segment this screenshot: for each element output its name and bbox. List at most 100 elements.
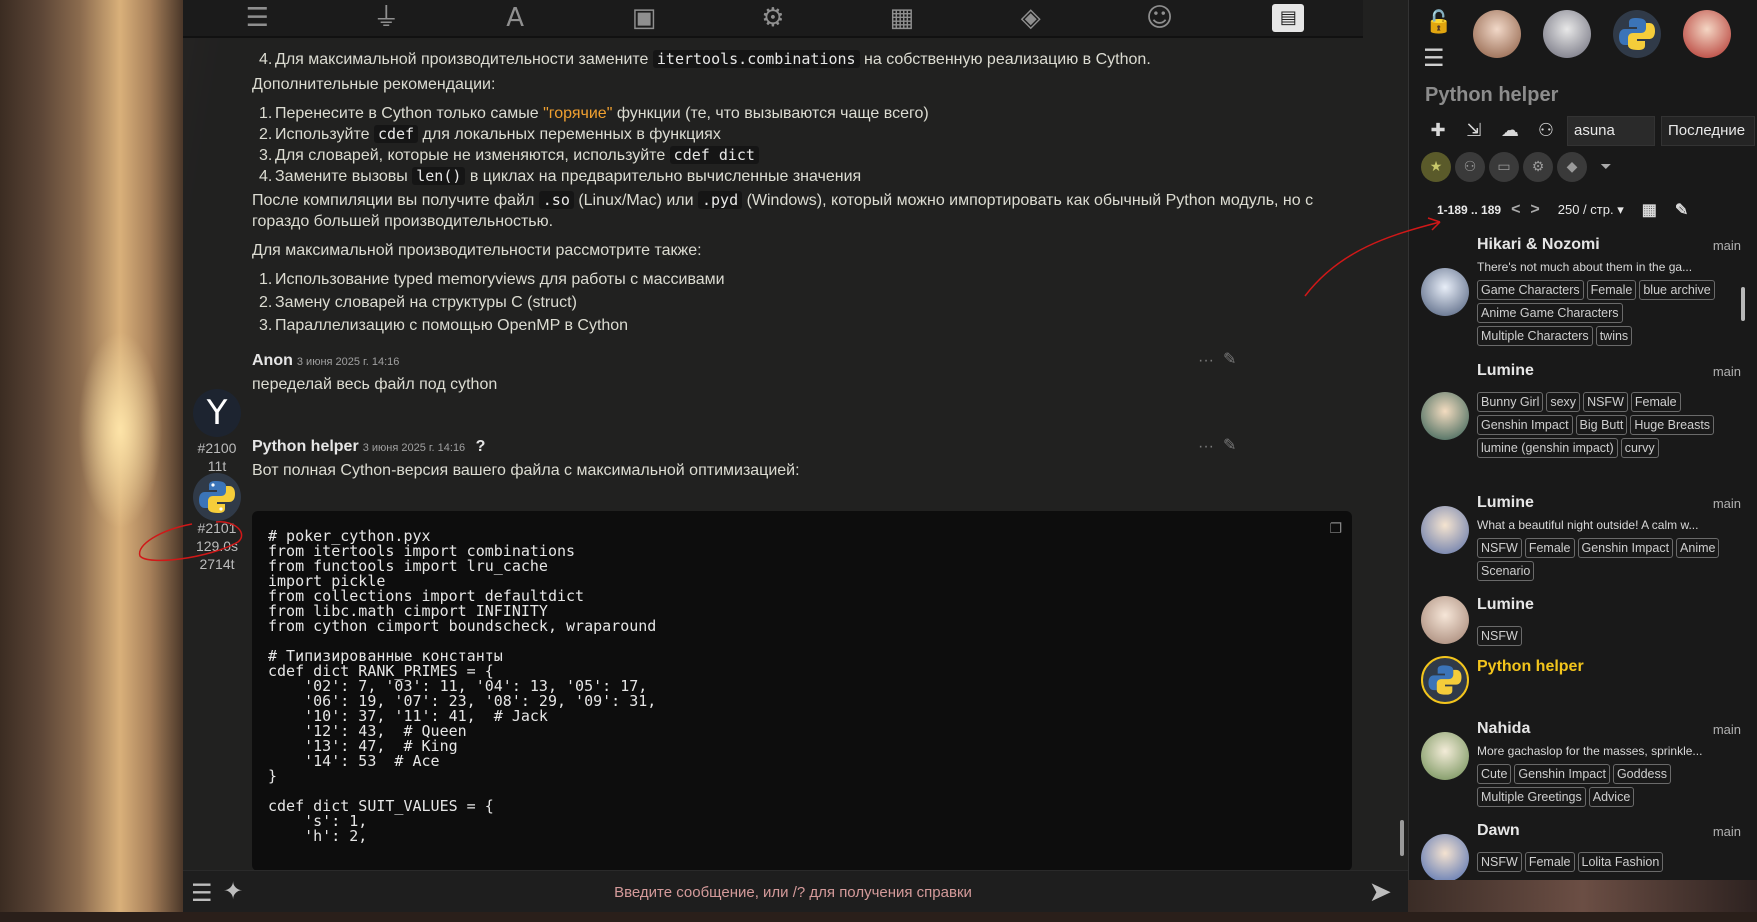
tag[interactable]: Anime (1676, 538, 1720, 558)
tag[interactable]: NSFW (1583, 392, 1628, 412)
list-item: 3. Для словарей, которые не изменяются, и… (259, 144, 929, 167)
character-list: Hikari & Nozomi main There's not much ab… (1409, 230, 1757, 880)
smile-icon[interactable]: ☺ (1144, 4, 1176, 32)
panel-scrollbar[interactable] (1741, 287, 1745, 321)
folder-icon[interactable]: ▭ (1489, 152, 1519, 182)
tag[interactable]: Advice (1588, 787, 1635, 807)
list-icon[interactable]: ☰ (1423, 44, 1445, 72)
character-item[interactable]: Nahida main More gachaslop for the masse… (1421, 720, 1741, 810)
character-item[interactable]: Lumine main What a beautiful night outsi… (1421, 494, 1741, 584)
pager: 1-189 .. 189 < > 250 / стр. ▾ ▦ ✎ (1437, 200, 1688, 220)
send-icon[interactable]: ➤ (1369, 875, 1392, 908)
tag[interactable]: Game Characters (1477, 280, 1584, 300)
help-icon[interactable]: ? (476, 438, 486, 455)
tag[interactable]: Scenario (1477, 561, 1535, 581)
user-gear-icon[interactable]: ⚙ (757, 4, 789, 32)
tag[interactable]: blue archive (1639, 280, 1715, 300)
code-content: # poker_cython.pyx from itertools import… (268, 527, 657, 845)
message-author: Anon 3 июня 2025 г. 14:16 (252, 349, 399, 374)
character-item[interactable]: Hikari & Nozomi main There's not much ab… (1421, 236, 1741, 346)
tag[interactable]: Anime Game Characters (1477, 303, 1623, 323)
list-recommendations: 1. Перенесите в Cython только самые "горя… (259, 102, 929, 188)
character-name: Lumine (1477, 362, 1534, 379)
plug-icon[interactable]: ⏚ (370, 4, 402, 32)
tag-list: Game Characters Female blue archive Anim… (1477, 280, 1739, 346)
tag[interactable]: Cute (1477, 764, 1512, 784)
tag[interactable]: Multiple Greetings (1477, 787, 1586, 807)
background-bottom (0, 912, 1757, 922)
avatar[interactable] (1473, 10, 1521, 58)
menu-icon[interactable]: ☰ (191, 879, 213, 907)
character-item-selected[interactable]: Python helper (1421, 654, 1741, 710)
list-item: 1. Использование typed memoryviews для ра… (259, 271, 725, 288)
edit-pencil-icon[interactable]: ✎ (1223, 434, 1236, 457)
tag[interactable]: twins (1595, 326, 1633, 346)
character-item[interactable]: Lumine NSFW (1421, 596, 1741, 652)
bulk-edit-icon[interactable]: ✎ (1675, 200, 1688, 220)
tag[interactable]: Bunny Girl (1477, 392, 1544, 412)
tag-search-input[interactable]: asuna (1567, 116, 1655, 146)
character-item[interactable]: Dawn main NSFW Female Lolita Fashion (1421, 822, 1741, 880)
image-icon[interactable]: ▦ (886, 4, 918, 32)
tag[interactable]: Female (1630, 392, 1681, 412)
tag[interactable]: lumine (genshin impact) (1477, 438, 1618, 458)
tag[interactable]: Lolita Fashion (1577, 852, 1664, 872)
chat-scrollbar[interactable] (1400, 820, 1404, 856)
magic-wand-icon[interactable]: ✦ (223, 877, 243, 905)
prev-page-button[interactable]: < (1511, 201, 1520, 219)
tag[interactable]: Multiple Characters (1477, 326, 1593, 346)
character-name: Lumine (1477, 596, 1534, 613)
character-description: There's not much about them in the ga... (1477, 260, 1693, 274)
copy-icon[interactable]: ❐ (1329, 521, 1342, 537)
sort-select[interactable]: Последние (1661, 116, 1755, 146)
tag[interactable]: Genshin Impact (1477, 415, 1573, 435)
tag[interactable]: sexy (1546, 392, 1581, 412)
list-item: 1. Перенесите в Cython только самые "горя… (259, 105, 929, 122)
sliders-icon[interactable]: ☰ (241, 4, 273, 32)
cubes-icon[interactable]: ◈ (1015, 4, 1047, 32)
next-page-button[interactable]: > (1530, 201, 1539, 219)
tag[interactable]: NSFW (1477, 852, 1522, 872)
add-user-icon[interactable]: ✚ (1423, 117, 1453, 145)
python-avatar[interactable] (193, 473, 241, 521)
users-icon[interactable]: ⚇ (1531, 117, 1561, 145)
tags-icon[interactable]: ◆ (1557, 152, 1587, 182)
tag[interactable]: Genshin Impact (1577, 538, 1674, 558)
tag[interactable]: Goddess (1612, 764, 1671, 784)
tag[interactable]: Genshin Impact (1514, 764, 1610, 784)
character-item[interactable]: Lumine main Bunny Girl sexy NSFW Female … (1421, 362, 1741, 482)
star-icon[interactable]: ★ (1421, 152, 1451, 182)
character-branch: main (1712, 238, 1741, 253)
message-author: Python helper 3 июня 2025 г. 14:16 ? (252, 435, 485, 460)
tag[interactable]: NSFW (1477, 626, 1522, 646)
tag[interactable]: Female (1586, 280, 1637, 300)
edit-pencil-icon[interactable]: ✎ (1223, 348, 1236, 371)
per-page-select[interactable]: 250 / стр. ▾ (1558, 202, 1624, 218)
tag[interactable]: curvy (1620, 438, 1659, 458)
tag[interactable]: Female (1524, 852, 1575, 872)
gear-icon[interactable]: ⚙ (1523, 152, 1553, 182)
python-avatar[interactable] (1613, 10, 1661, 58)
filter-clear-icon[interactable]: ⏷ (1591, 152, 1621, 182)
lock-icon[interactable]: 🔓 (1425, 10, 1452, 35)
avatar[interactable] (1683, 10, 1731, 58)
message-input[interactable] (263, 877, 1323, 907)
character-name: Dawn (1477, 822, 1520, 839)
grid-view-icon[interactable]: ▦ (1642, 200, 1657, 220)
character-name: Nahida (1477, 720, 1531, 737)
id-card-icon[interactable]: ▤ (1272, 4, 1305, 32)
tag[interactable]: NSFW (1477, 538, 1522, 558)
tag[interactable]: Huge Breasts (1630, 415, 1715, 435)
more-icon[interactable]: ··· (1198, 435, 1214, 458)
import-icon[interactable]: ⇲ (1459, 117, 1489, 145)
group-icon[interactable]: ⚇ (1455, 152, 1485, 182)
avatar[interactable] (1543, 10, 1591, 58)
tag[interactable]: Big Butt (1575, 415, 1628, 435)
more-icon[interactable]: ··· (1198, 349, 1214, 372)
tag[interactable]: Female (1524, 538, 1575, 558)
avatar[interactable]: Y (193, 389, 241, 437)
font-icon[interactable]: A (499, 4, 531, 32)
cloud-download-icon[interactable]: ☁ (1495, 117, 1525, 145)
book-icon[interactable]: ▣ (628, 4, 660, 32)
message-id: #2100 (197, 440, 237, 456)
